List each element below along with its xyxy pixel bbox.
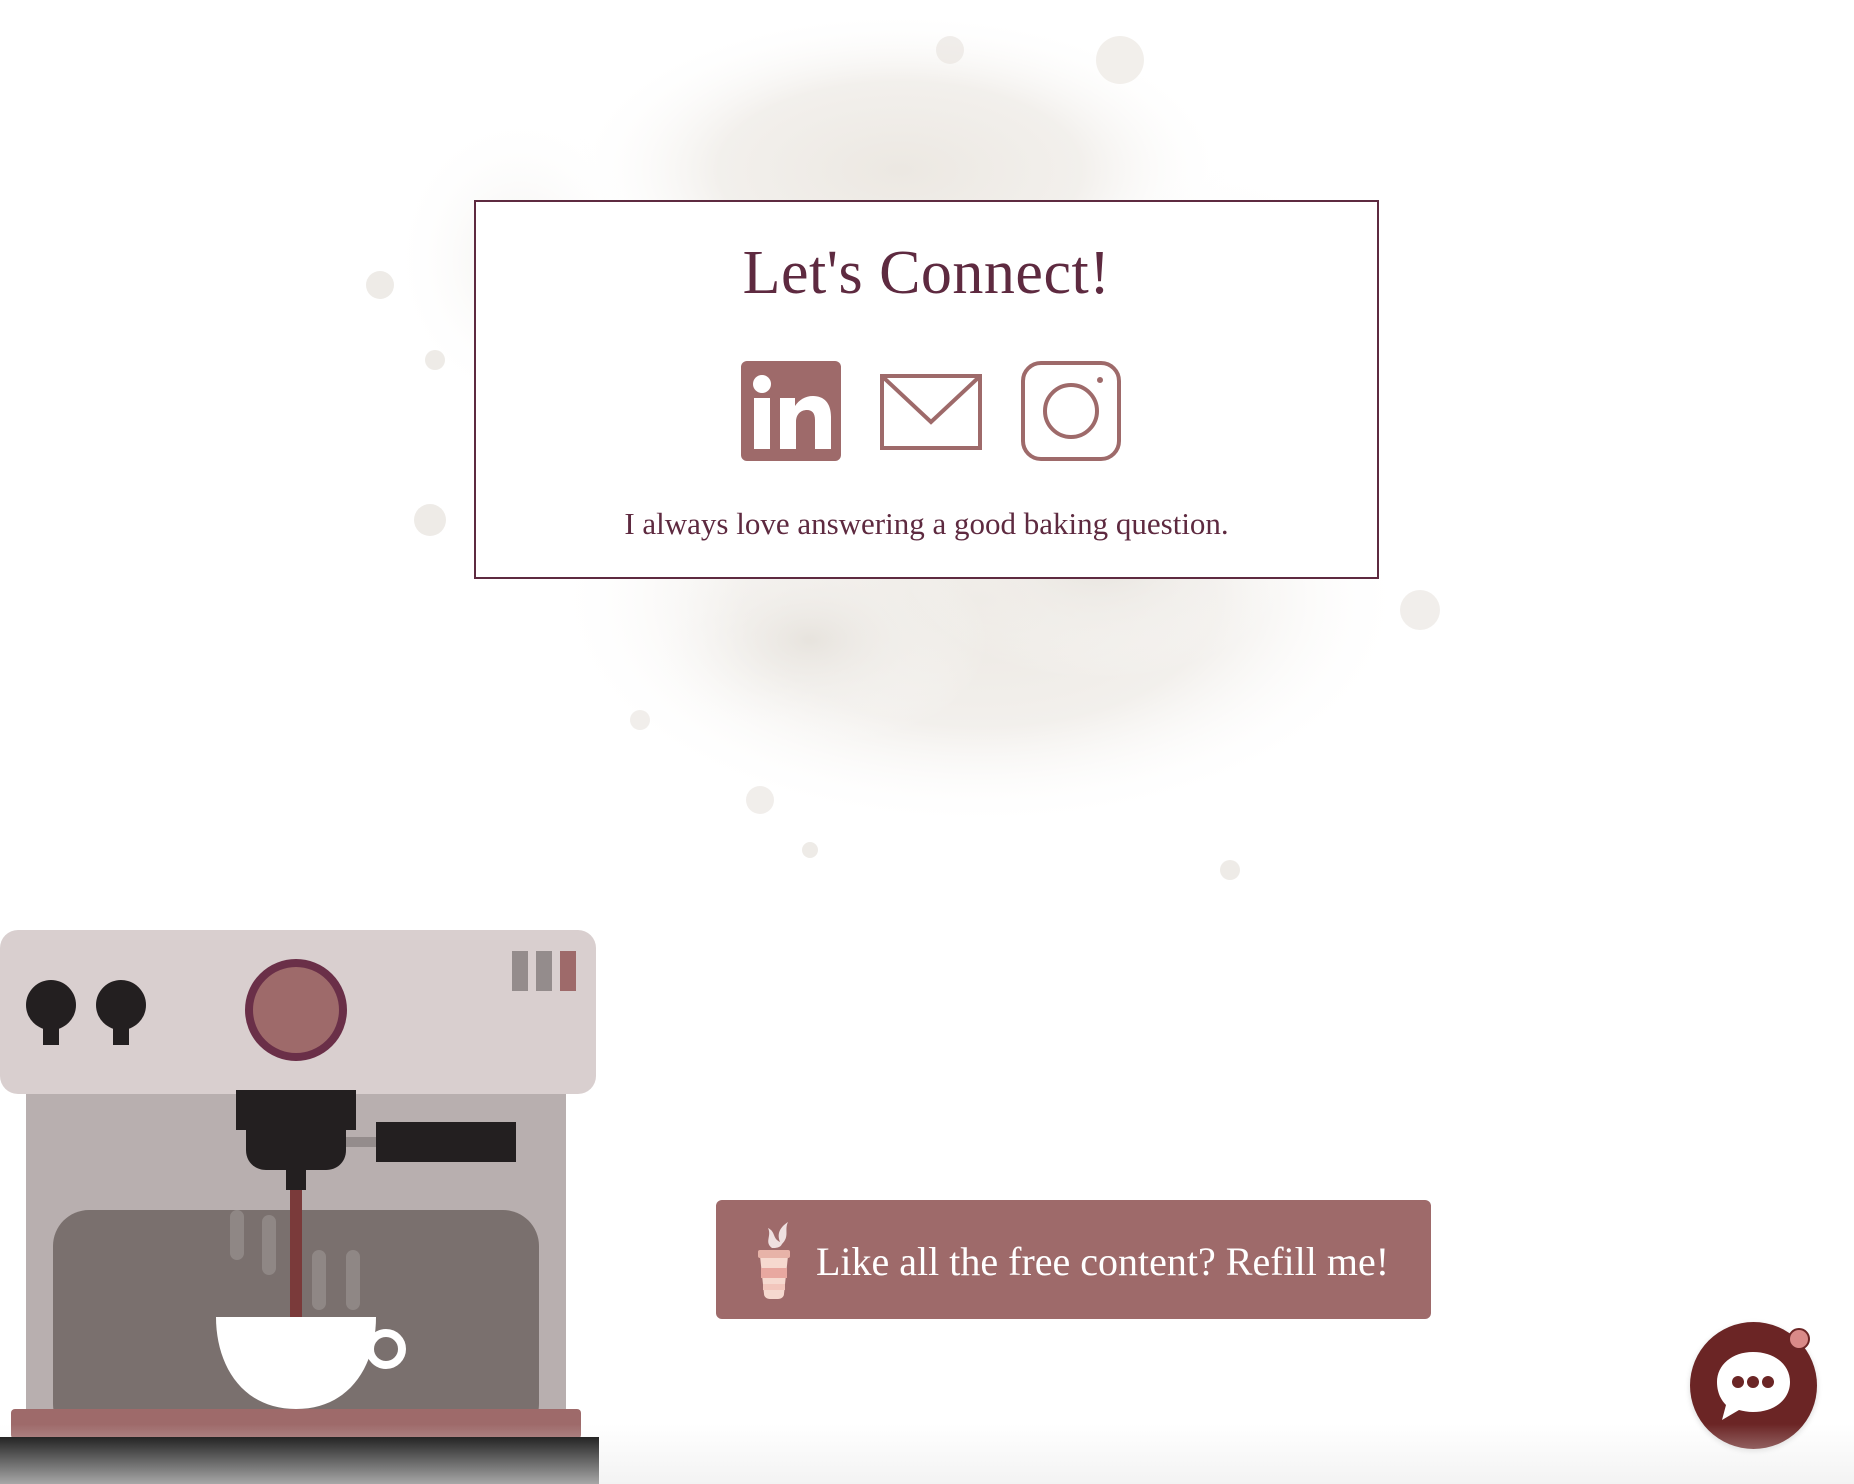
linkedin-icon (741, 361, 841, 461)
portafilter (236, 1090, 356, 1130)
linkedin-link[interactable] (740, 360, 842, 462)
instagram-link[interactable] (1020, 360, 1122, 462)
instagram-icon (1021, 361, 1121, 461)
espresso-machine-illustration (0, 930, 596, 1440)
portafilter-handle (376, 1122, 516, 1162)
social-links (476, 360, 1377, 462)
refill-me-button[interactable]: Like all the free content? Refill me! (716, 1200, 1431, 1319)
refill-button-label: Like all the free content? Refill me! (816, 1239, 1390, 1284)
bottom-fade (0, 1424, 1854, 1484)
knob-right (96, 980, 146, 1030)
coffee-stream (290, 1190, 302, 1320)
connect-card: Let's Connect! I always love answering a… (474, 200, 1379, 579)
page: Let's Connect! I always love answering a… (0, 0, 1854, 1484)
connect-subtitle: I always love answering a good baking qu… (624, 506, 1229, 541)
pressure-gauge (245, 959, 347, 1061)
mail-icon (880, 374, 982, 450)
connect-title: Let's Connect! (742, 239, 1111, 307)
coffee-cup-icon (758, 1222, 790, 1299)
knob-left (26, 980, 76, 1030)
chat-notification-dot (1788, 1328, 1810, 1350)
email-link[interactable] (880, 360, 982, 462)
